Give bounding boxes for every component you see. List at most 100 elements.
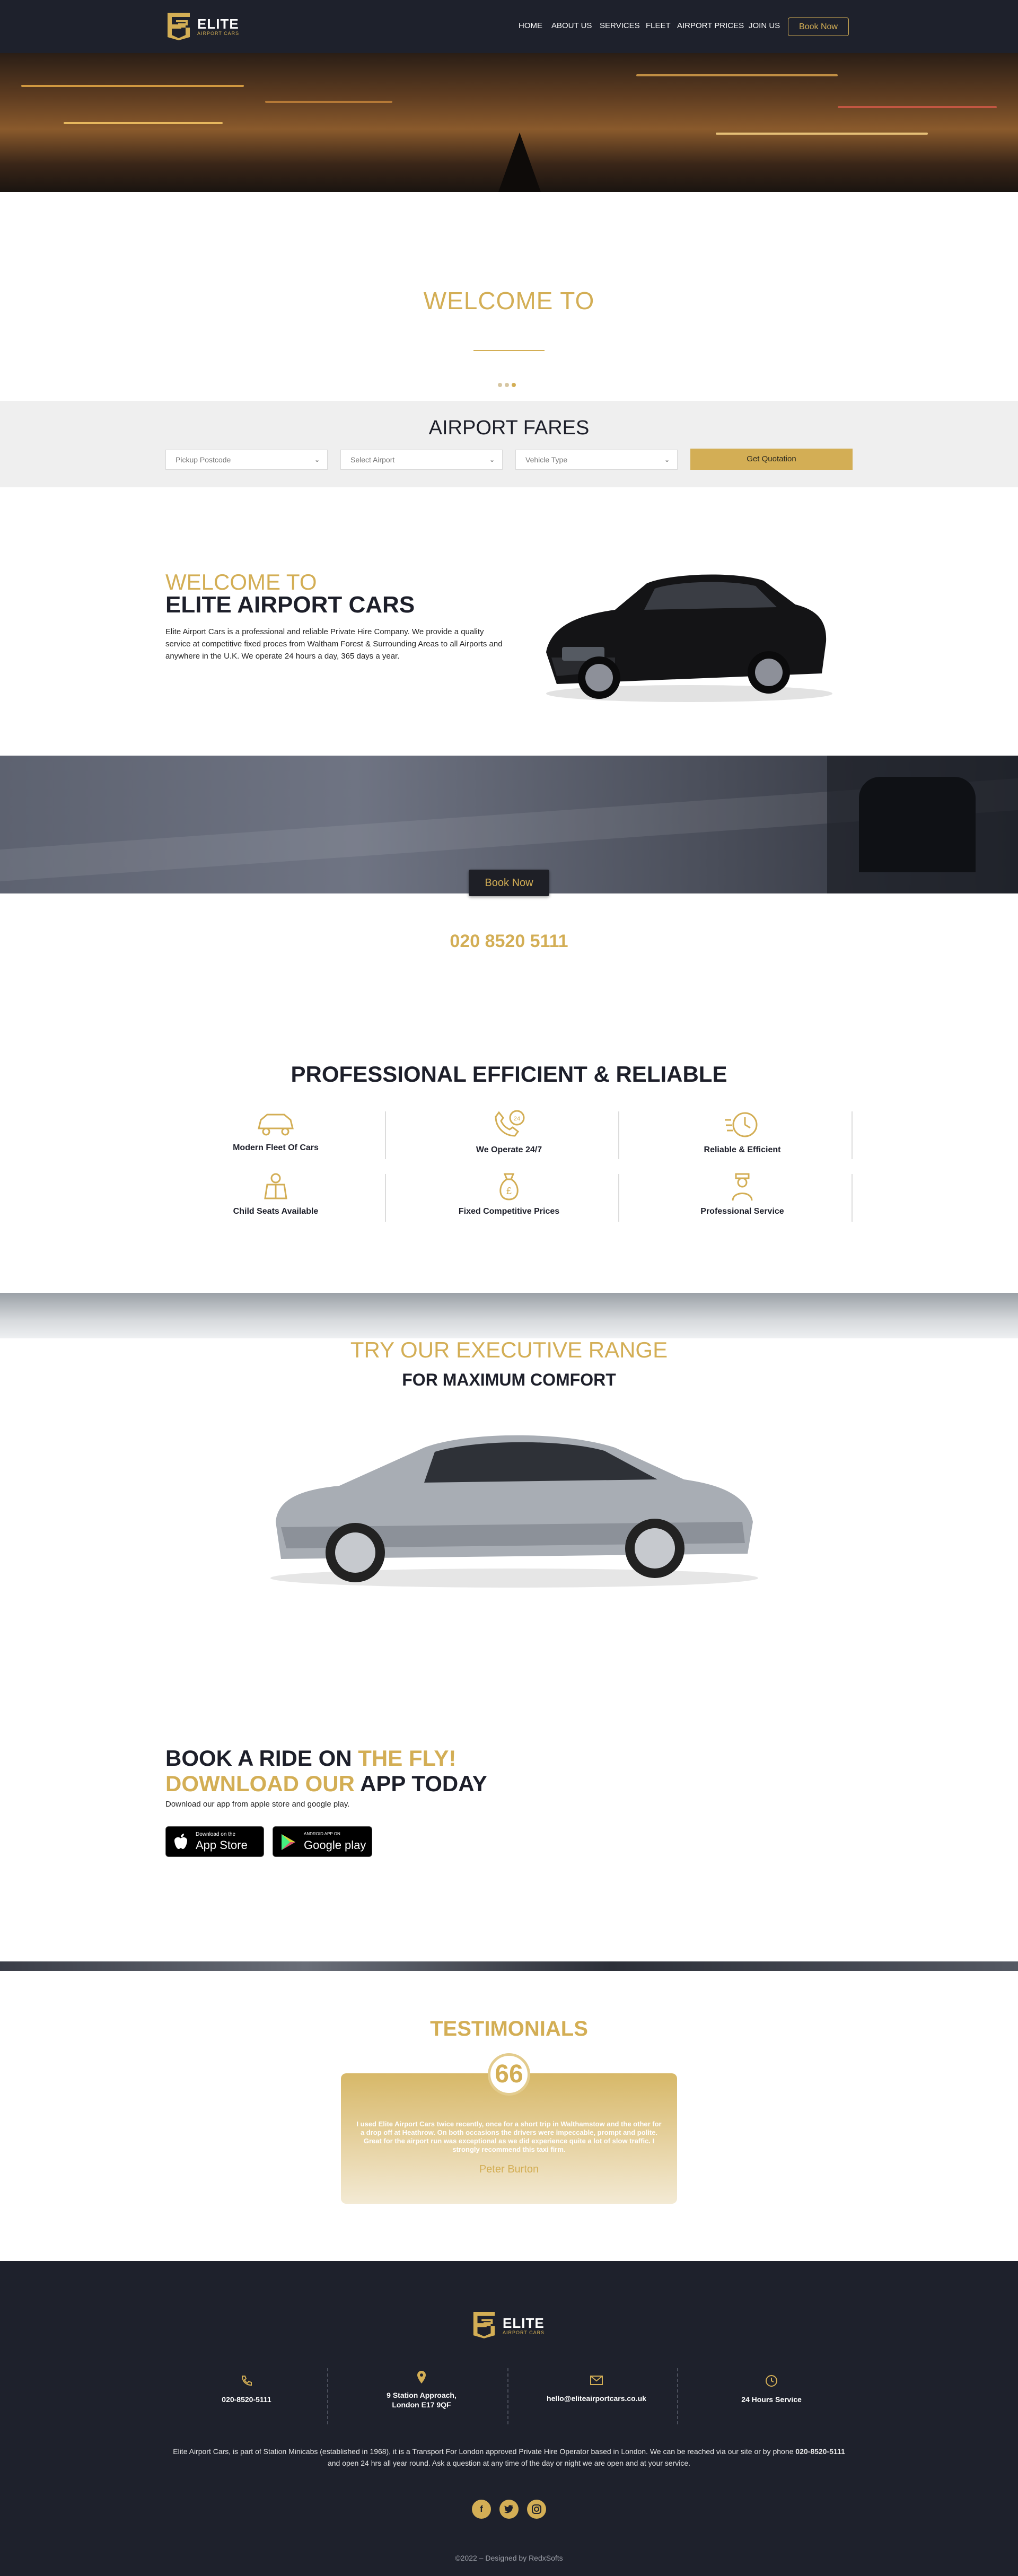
- footer-about-text: Elite Airport Cars, is part of Station M…: [173, 2447, 796, 2456]
- app-heading-line1: BOOK A RIDE ON THE FLY!: [165, 1746, 456, 1771]
- feature-child-seats: Child Seats Available: [159, 1172, 392, 1216]
- feature-professional-service: Professional Service: [626, 1172, 859, 1216]
- footer-hours-text: 24 Hours Service: [741, 2395, 802, 2404]
- envelope-icon: [590, 2376, 603, 2385]
- google-play-big-text: Google play: [304, 1838, 366, 1852]
- footer-divider: [507, 2368, 508, 2424]
- welcome-title: WELCOME TO: [423, 287, 595, 314]
- feature-divider: [852, 1174, 853, 1222]
- site-header: ELITE AIRPORT CARS HOME ABOUT US SERVICE…: [0, 0, 1018, 53]
- clock-icon: [766, 2375, 777, 2387]
- airport-placeholder: Select Airport: [350, 455, 395, 464]
- feature-modern-fleet: Modern Fleet Of Cars: [159, 1109, 392, 1153]
- logo-wordmark[interactable]: ELITE AIRPORT CARS: [197, 17, 239, 36]
- pickup-postcode-placeholder: Pickup Postcode: [175, 455, 231, 464]
- apple-icon: [174, 1834, 187, 1849]
- nav-airport-prices[interactable]: AIRPORT PRICES: [677, 21, 744, 30]
- footer-phone[interactable]: 020-8520-5111: [159, 2375, 334, 2404]
- testimonial-author: Peter Burton: [479, 2163, 539, 2175]
- silver-sedan-image: [270, 1435, 758, 1588]
- nav-services[interactable]: SERVICES: [600, 21, 640, 30]
- app-heading-gold-text: DOWNLOAD OUR: [165, 1771, 361, 1796]
- app-subtitle: Download our app from apple store and go…: [165, 1800, 350, 1809]
- feature-label: Professional Service: [700, 1207, 784, 1216]
- logo-title: ELITE: [197, 16, 239, 32]
- quote-icon: 66: [488, 2053, 530, 2096]
- footer-hours: 24 Hours Service: [684, 2375, 859, 2404]
- phone-icon: [241, 2376, 252, 2386]
- app-store-button[interactable]: Download on the App Store: [165, 1826, 264, 1857]
- intro-heading-line2: ELITE AIRPORT CARS: [165, 592, 415, 618]
- intro-heading-line1: WELCOME TO: [165, 569, 317, 594]
- phone-number[interactable]: 020 8520 5111: [0, 931, 1018, 952]
- airport-fares-title: AIRPORT FARES: [428, 417, 590, 439]
- google-play-icon: [282, 1834, 295, 1850]
- get-quotation-button[interactable]: Get Quotation: [690, 449, 853, 470]
- footer-logo-title: ELITE: [503, 2315, 545, 2331]
- app-heading-dark-text: BOOK A RIDE ON: [165, 1746, 358, 1771]
- airport-select[interactable]: Select Airport ⌄: [340, 450, 503, 470]
- footer-about-text: and open 24 hrs all year round. Ask a qu…: [327, 2459, 691, 2467]
- book-now-button[interactable]: Book Now: [469, 870, 549, 896]
- driver-icon: [732, 1173, 753, 1201]
- feature-divider: [618, 1111, 619, 1159]
- footer-logo-subtitle: AIRPORT CARS: [503, 2330, 545, 2335]
- app-store-small-text: Download on the: [196, 1832, 236, 1837]
- footer-address-line1: 9 Station Approach,: [387, 2391, 457, 2399]
- nav-join-us[interactable]: JOIN US: [749, 21, 780, 30]
- feature-label: Fixed Competitive Prices: [458, 1207, 560, 1216]
- chevron-down-icon: ⌄: [664, 456, 670, 463]
- executive-subtitle: FOR MAXIMUM COMFORT: [402, 1370, 616, 1389]
- feature-operate-24-7: 24 We Operate 24/7: [392, 1109, 626, 1155]
- intro-paragraph: Elite Airport Cars is a professional and…: [165, 627, 503, 661]
- features-title: PROFESSIONAL EFFICIENT & RELIABLE: [291, 1062, 727, 1087]
- phone-24-icon: 24: [495, 1110, 525, 1137]
- car-icon: [258, 1114, 294, 1136]
- app-heading-dark-text: APP TODAY: [360, 1771, 487, 1796]
- testimonial-text: I used Elite Airport Cars twice recently…: [356, 2120, 662, 2153]
- footer-email[interactable]: hello@eliteairportcars.co.uk: [509, 2376, 684, 2403]
- instagram-icon[interactable]: [527, 2500, 546, 2519]
- header-book-now-button[interactable]: Book Now: [788, 17, 849, 36]
- facebook-icon[interactable]: f: [472, 2500, 491, 2519]
- app-store-big-text: App Store: [196, 1838, 248, 1852]
- logo-subtitle: AIRPORT CARS: [197, 31, 240, 36]
- twitter-icon[interactable]: [499, 2500, 519, 2519]
- chevron-down-icon: ⌄: [489, 456, 495, 463]
- vehicle-type-placeholder: Vehicle Type: [525, 455, 568, 464]
- nav-about-us[interactable]: ABOUT US: [551, 21, 592, 30]
- vehicle-type-select[interactable]: Vehicle Type ⌄: [515, 450, 678, 470]
- footer-divider: [327, 2368, 328, 2424]
- footer-email-text: hello@eliteairportcars.co.uk: [547, 2394, 646, 2403]
- footer-wordmark[interactable]: ELITE AIRPORT CARS: [503, 2316, 545, 2335]
- svg-text:24: 24: [514, 1116, 520, 1122]
- speed-clock-icon: [725, 1112, 758, 1137]
- section-strip: [0, 1961, 1018, 1971]
- logo-icon[interactable]: [165, 12, 192, 40]
- copyright-text: ©2022 – Designed by RedxSofts: [455, 2554, 563, 2562]
- google-play-button[interactable]: ANDROID APP ON Google play: [273, 1826, 372, 1857]
- testimonials-title: TESTIMONIALS: [430, 2017, 588, 2040]
- pickup-postcode-select[interactable]: Pickup Postcode ⌄: [165, 450, 328, 470]
- airport-fares-section: [0, 401, 1018, 487]
- welcome-divider: [473, 350, 545, 351]
- slider-dot[interactable]: [498, 383, 502, 387]
- money-bag-icon: £: [499, 1173, 519, 1201]
- nav-home[interactable]: HOME: [519, 21, 542, 30]
- slider-dot-active[interactable]: [512, 383, 516, 387]
- app-heading-line2: DOWNLOAD OUR APP TODAY: [165, 1771, 487, 1797]
- feature-divider: [385, 1111, 386, 1159]
- footer-address-line2: London E17 9QF: [392, 2400, 451, 2409]
- feature-label: Reliable & Efficient: [704, 1145, 781, 1154]
- feature-fixed-prices: £ Fixed Competitive Prices: [392, 1172, 626, 1216]
- nav-fleet[interactable]: FLEET: [646, 21, 671, 30]
- svg-text:£: £: [506, 1186, 512, 1196]
- hero-car-silhouette: [498, 133, 541, 192]
- footer-logo-icon[interactable]: [471, 2311, 497, 2338]
- footer-phone-text: 020-8520-5111: [222, 2395, 271, 2404]
- hero-banner: [0, 53, 1018, 192]
- footer-about-phone[interactable]: 020-8520-5111: [795, 2447, 845, 2456]
- slider-dot[interactable]: [505, 383, 509, 387]
- site-footer: [0, 2261, 1018, 2576]
- feature-label: We Operate 24/7: [476, 1145, 542, 1154]
